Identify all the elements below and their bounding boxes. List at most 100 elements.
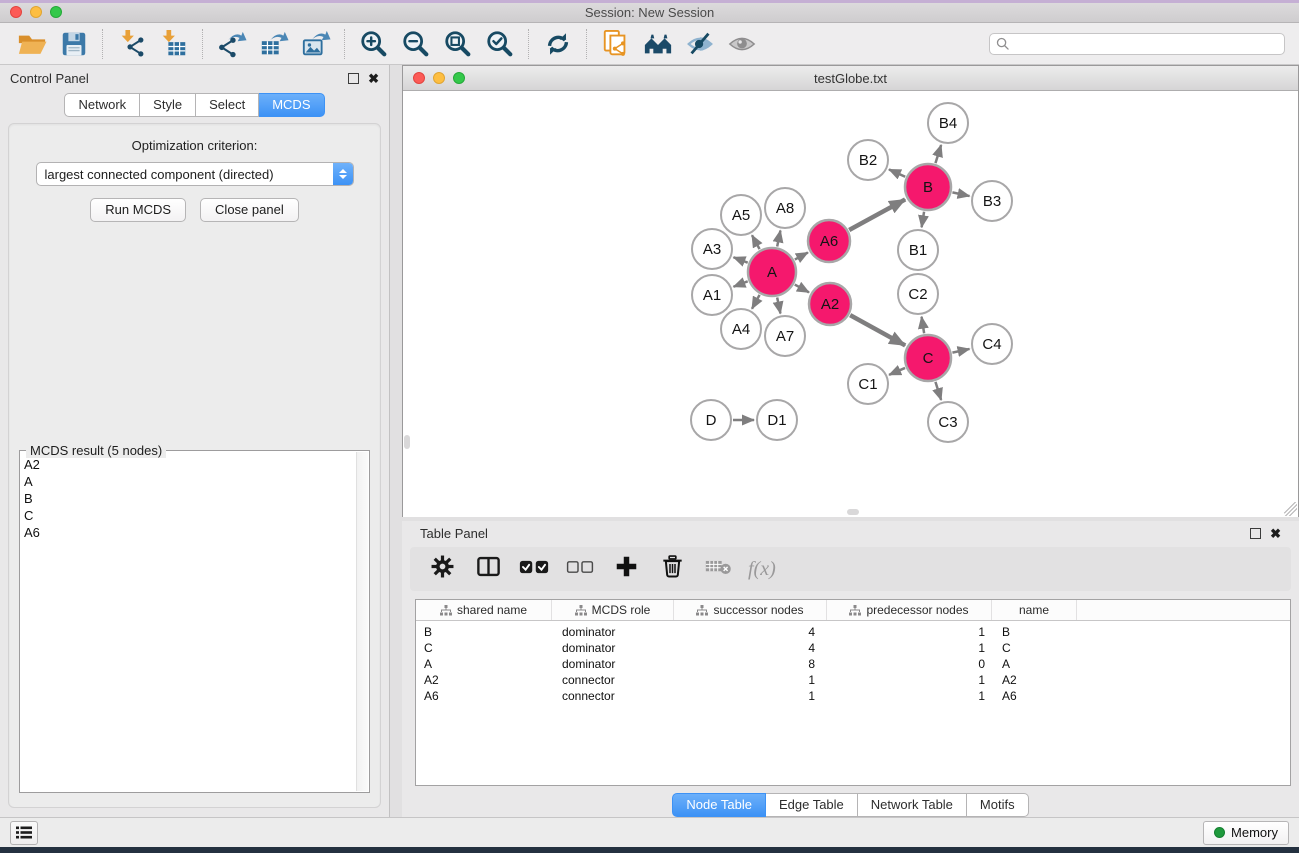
result-item-a6[interactable]: A6 xyxy=(20,525,357,542)
cell[interactable]: 1 xyxy=(827,688,992,704)
delete-table-button[interactable] xyxy=(702,553,734,585)
table-row-a[interactable]: Adominator80A xyxy=(416,656,1290,672)
memory-button[interactable]: Memory xyxy=(1203,821,1289,845)
float-panel-icon[interactable] xyxy=(348,73,359,84)
cell[interactable]: C xyxy=(416,640,552,656)
graph-node-B1[interactable]: B1 xyxy=(898,230,938,270)
run-mcds-button[interactable]: Run MCDS xyxy=(90,198,186,222)
save-session-button[interactable] xyxy=(57,28,91,60)
table-row-a2[interactable]: A2connector11A2 xyxy=(416,672,1290,688)
edge-A-A5[interactable] xyxy=(752,235,760,249)
first-neighbors-button[interactable] xyxy=(641,28,675,60)
table-tab-edge-table[interactable]: Edge Table xyxy=(766,793,858,817)
cell[interactable]: B xyxy=(416,624,552,640)
network-canvas[interactable]: B4B2BB3A5A8A6A3B1AC2A1A2A4A7C4CC1C3DD1 xyxy=(403,91,1298,517)
hide-selected-button[interactable] xyxy=(683,28,717,60)
cell[interactable]: 1 xyxy=(827,640,992,656)
refresh-view-button[interactable] xyxy=(541,28,575,60)
cell[interactable]: A6 xyxy=(416,688,552,704)
column-header-predecessor-nodes[interactable]: predecessor nodes xyxy=(827,600,992,620)
network-zoom-button[interactable] xyxy=(453,72,465,84)
cell[interactable]: 4 xyxy=(674,640,827,656)
search-input[interactable] xyxy=(1014,36,1278,52)
graph-node-C2[interactable]: C2 xyxy=(898,274,938,314)
resize-grip[interactable] xyxy=(1283,502,1297,516)
graph-node-A[interactable]: A xyxy=(748,248,796,296)
tab-select[interactable]: Select xyxy=(196,93,259,117)
edge-A6-B[interactable] xyxy=(849,199,905,230)
cell[interactable]: A2 xyxy=(992,672,1077,688)
edge-A-A2[interactable] xyxy=(795,285,809,293)
cell[interactable]: connector xyxy=(552,688,674,704)
cell[interactable]: connector xyxy=(552,672,674,688)
table-float-panel-icon[interactable] xyxy=(1250,528,1261,539)
edge-A-A6[interactable] xyxy=(795,252,808,259)
table-tab-motifs[interactable]: Motifs xyxy=(967,793,1029,817)
delete-column-button[interactable] xyxy=(656,553,688,585)
graph-node-C4[interactable]: C4 xyxy=(972,324,1012,364)
column-header-mcds-role[interactable]: MCDS role xyxy=(552,600,674,620)
cell[interactable]: C xyxy=(992,640,1077,656)
result-scrollbar[interactable] xyxy=(356,452,368,791)
export-table-button[interactable] xyxy=(257,28,291,60)
minimize-window-button[interactable] xyxy=(30,6,42,18)
graph-node-A4[interactable]: A4 xyxy=(721,309,761,349)
cell[interactable]: 4 xyxy=(674,624,827,640)
graph-node-B3[interactable]: B3 xyxy=(972,181,1012,221)
edge-B-B4[interactable] xyxy=(935,145,941,163)
graph-node-B4[interactable]: B4 xyxy=(928,103,968,143)
edge-A2-C[interactable] xyxy=(850,315,905,345)
close-panel-button[interactable]: Close panel xyxy=(200,198,299,222)
cell[interactable]: 8 xyxy=(674,656,827,672)
graph-node-C[interactable]: C xyxy=(905,335,951,381)
show-hidden-button[interactable] xyxy=(725,28,759,60)
criterion-dropdown[interactable]: largest connected component (directed) xyxy=(36,162,354,186)
edge-A-A4[interactable] xyxy=(752,295,760,309)
graph-node-A5[interactable]: A5 xyxy=(721,195,761,235)
graph-node-A6[interactable]: A6 xyxy=(808,220,850,262)
settings-button[interactable] xyxy=(426,553,458,585)
graph-node-A8[interactable]: A8 xyxy=(765,188,805,228)
canvas-horizontal-scrollbar[interactable] xyxy=(847,509,859,515)
graph-node-A2[interactable]: A2 xyxy=(809,283,851,325)
graph-node-A7[interactable]: A7 xyxy=(765,316,805,356)
export-image-button[interactable] xyxy=(299,28,333,60)
edge-C-C4[interactable] xyxy=(952,349,969,353)
import-table-button[interactable] xyxy=(157,28,191,60)
table-tab-network-table[interactable]: Network Table xyxy=(858,793,967,817)
zoom-fit-button[interactable] xyxy=(441,28,475,60)
cell[interactable]: A2 xyxy=(416,672,552,688)
graph-node-C3[interactable]: C3 xyxy=(928,402,968,442)
cell[interactable]: 1 xyxy=(827,624,992,640)
add-column-button[interactable] xyxy=(610,553,642,585)
edge-A-A3[interactable] xyxy=(733,257,747,262)
new-network-from-selection-button[interactable] xyxy=(599,28,633,60)
tab-mcds[interactable]: MCDS xyxy=(259,93,324,117)
cell[interactable]: A xyxy=(992,656,1077,672)
tab-network[interactable]: Network xyxy=(64,93,140,117)
edge-C-C1[interactable] xyxy=(889,368,905,375)
open-file-button[interactable] xyxy=(15,28,49,60)
table-row-b[interactable]: Bdominator41B xyxy=(416,624,1290,640)
graph-node-B2[interactable]: B2 xyxy=(848,140,888,180)
cell[interactable]: 1 xyxy=(674,688,827,704)
function-builder-button[interactable]: f(x) xyxy=(748,558,776,581)
edge-A-A1[interactable] xyxy=(733,281,747,286)
column-header-name[interactable]: name xyxy=(992,600,1077,620)
table-tab-node-table[interactable]: Node Table xyxy=(672,793,766,817)
graph-node-D1[interactable]: D1 xyxy=(757,400,797,440)
column-header-successor-nodes[interactable]: successor nodes xyxy=(674,600,827,620)
tab-style[interactable]: Style xyxy=(140,93,196,117)
result-item-b[interactable]: B xyxy=(20,491,357,508)
import-network-button[interactable] xyxy=(115,28,149,60)
result-item-c[interactable]: C xyxy=(20,508,357,525)
cell[interactable]: 1 xyxy=(674,672,827,688)
graph-node-A1[interactable]: A1 xyxy=(692,275,732,315)
cell[interactable]: dominator xyxy=(552,624,674,640)
edge-A-A8[interactable] xyxy=(777,231,780,247)
edge-A-A7[interactable] xyxy=(777,297,780,313)
cell[interactable]: A xyxy=(416,656,552,672)
edge-C-C2[interactable] xyxy=(922,317,925,334)
canvas-vertical-scrollbar[interactable] xyxy=(404,435,410,449)
result-item-a2[interactable]: A2 xyxy=(20,457,357,474)
